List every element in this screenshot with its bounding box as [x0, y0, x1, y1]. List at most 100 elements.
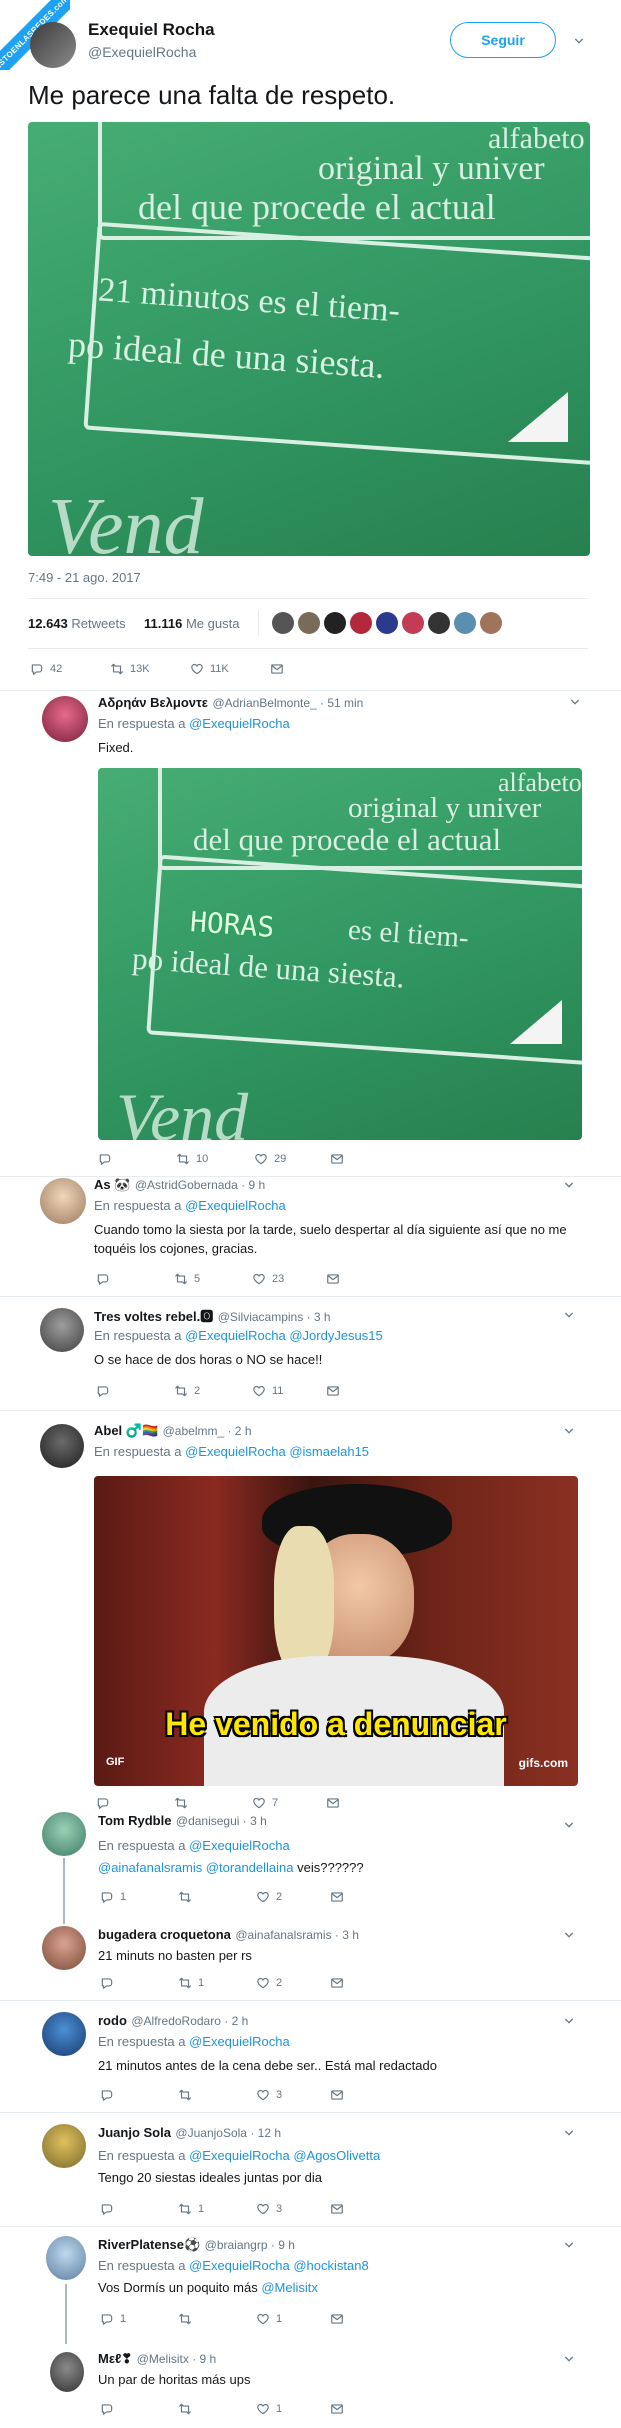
mention-link[interactable]: @Melisitx — [261, 2280, 318, 2295]
reply-action[interactable] — [100, 2202, 114, 2216]
reply-action[interactable] — [96, 1384, 116, 1398]
retweet-stats[interactable]: 12.643 Retweets — [28, 616, 126, 631]
like-action[interactable]: 2 — [256, 1890, 282, 1904]
mention-link[interactable]: @ExequielRocha @AgosOlivetta — [189, 2148, 380, 2163]
author-handle[interactable]: @ExequielRocha — [88, 44, 196, 60]
mention-link[interactable]: @ainafanalsramis @torandellaina — [98, 1860, 294, 1875]
avatar[interactable] — [402, 612, 424, 634]
likers-avatars[interactable] — [272, 612, 502, 634]
mention-link[interactable]: @ExequielRocha — [189, 1838, 290, 1853]
likes-stats[interactable]: 11.116 Me gusta — [144, 616, 239, 631]
reply-author-handle[interactable]: @Melisitx · 9 h — [137, 2352, 217, 2366]
avatar[interactable] — [42, 1812, 86, 1856]
avatar[interactable] — [376, 612, 398, 634]
retweet-action[interactable]: 2 — [174, 1384, 200, 1398]
retweet-action[interactable] — [174, 1796, 188, 1810]
chevron-down-icon[interactable] — [564, 1310, 574, 1320]
avatar[interactable] — [428, 612, 450, 634]
like-action[interactable]: 2 — [256, 1976, 282, 1990]
chevron-down-icon[interactable] — [564, 2354, 574, 2364]
reply-action[interactable] — [96, 1796, 110, 1810]
dm-action[interactable] — [330, 1152, 344, 1166]
retweet-action[interactable] — [178, 2402, 192, 2416]
mention-link[interactable]: @ExequielRocha — [189, 2034, 290, 2049]
reply-author-handle[interactable]: @JuanjoSola · 12 h — [175, 2126, 281, 2140]
reply-author-handle[interactable]: @braiangrp · 9 h — [205, 2238, 295, 2252]
retweet-action[interactable] — [178, 2088, 192, 2102]
dm-action[interactable] — [270, 662, 284, 676]
avatar[interactable] — [324, 612, 346, 634]
like-action[interactable]: 29 — [254, 1152, 286, 1166]
avatar[interactable] — [50, 2352, 84, 2392]
avatar[interactable] — [42, 2124, 86, 2168]
dm-action[interactable] — [330, 2088, 344, 2102]
reply-author-name[interactable]: Αδρηάν Βελμοντε — [98, 695, 208, 710]
tweet-image[interactable]: alfabeto original y univer del que proce… — [28, 122, 590, 556]
avatar[interactable] — [40, 1308, 84, 1352]
dm-action[interactable] — [330, 1890, 344, 1904]
like-action[interactable]: 1 — [256, 2402, 282, 2416]
chevron-down-icon[interactable] — [564, 1930, 574, 1940]
retweet-action[interactable]: 13K — [110, 662, 150, 676]
mention-link[interactable]: @ExequielRocha @JordyJesus15 — [185, 1328, 383, 1343]
like-action[interactable]: 1 — [256, 2312, 282, 2326]
reply-action[interactable] — [100, 1976, 114, 1990]
mention-link[interactable]: @ExequielRocha @ismaelah15 — [185, 1444, 369, 1459]
mention-link[interactable]: @ExequielRocha — [189, 716, 290, 731]
reply-author-name[interactable]: RiverPlatense⚽ — [98, 2237, 200, 2252]
reply-author-handle[interactable]: @Silviacampins · 3 h — [218, 1310, 331, 1324]
like-action[interactable]: 11 — [252, 1384, 283, 1398]
reply-author-name[interactable]: bugadera croquetona — [98, 1927, 231, 1942]
avatar[interactable] — [42, 1926, 86, 1970]
reply-action[interactable] — [100, 2402, 114, 2416]
reply-author-handle[interactable]: @ainafanalsramis · 3 h — [235, 1928, 359, 1942]
retweet-action[interactable] — [178, 1890, 192, 1904]
chevron-down-icon[interactable] — [564, 1820, 574, 1830]
dm-action[interactable] — [326, 1384, 340, 1398]
avatar[interactable] — [42, 2012, 86, 2056]
reply-image[interactable]: alfabeto original y univer del que proce… — [98, 768, 582, 1140]
author-avatar[interactable] — [30, 22, 76, 68]
like-action[interactable]: 3 — [256, 2088, 282, 2102]
chevron-down-icon[interactable] — [564, 2128, 574, 2138]
reply-author-handle[interactable]: @AstridGobernada · 9 h — [135, 1178, 265, 1192]
chevron-down-icon[interactable] — [564, 2016, 574, 2026]
reply-author-handle[interactable]: @abelmm_ · 2 h — [163, 1424, 252, 1438]
retweet-action[interactable]: 1 — [178, 1976, 204, 1990]
avatar[interactable] — [272, 612, 294, 634]
dm-action[interactable] — [330, 1976, 344, 1990]
reply-author-name[interactable]: rodo — [98, 2013, 127, 2028]
reply-author-name[interactable]: Mεℓ❣ — [98, 2351, 132, 2366]
mention-link[interactable]: @ExequielRocha @hockistan8 — [189, 2258, 369, 2273]
author-name[interactable]: Exequiel Rocha — [88, 20, 215, 40]
avatar[interactable] — [480, 612, 502, 634]
avatar[interactable] — [350, 612, 372, 634]
reply-action[interactable] — [98, 1152, 118, 1166]
tweet-timestamp[interactable]: 7:49 - 21 ago. 2017 — [28, 570, 141, 585]
reply-author-handle[interactable]: @AdrianBelmonte_ · 51 min — [212, 696, 363, 710]
chevron-down-icon[interactable] — [564, 1426, 574, 1436]
mention-link[interactable]: @ExequielRocha — [185, 1198, 286, 1213]
chevron-down-icon[interactable] — [570, 697, 580, 707]
reply-author-name[interactable]: Abel ♂️🏳️‍🌈 — [94, 1423, 158, 1438]
reply-author-handle[interactable]: @danisegui · 3 h — [176, 1814, 267, 1828]
follow-button[interactable]: Seguir — [450, 22, 556, 58]
reply-author-handle[interactable]: @AlfredoRodaro · 2 h — [131, 2014, 248, 2028]
dm-action[interactable] — [330, 2402, 344, 2416]
reply-action[interactable]: 1 — [100, 2312, 126, 2326]
chevron-down-icon[interactable] — [574, 36, 584, 46]
avatar[interactable] — [298, 612, 320, 634]
avatar[interactable] — [42, 696, 88, 742]
avatar[interactable] — [40, 1424, 84, 1468]
dm-action[interactable] — [326, 1796, 340, 1810]
dm-action[interactable] — [330, 2312, 344, 2326]
avatar[interactable] — [454, 612, 476, 634]
retweet-action[interactable]: 5 — [174, 1272, 200, 1286]
reply-gif[interactable]: He venido a denunciar GIF gifs.com — [94, 1476, 578, 1786]
reply-author-name[interactable]: Tres voltes rebel.🅾 — [94, 1309, 213, 1324]
dm-action[interactable] — [326, 1272, 340, 1286]
like-action[interactable]: 3 — [256, 2202, 282, 2216]
reply-author-name[interactable]: Tom Rydble — [98, 1813, 171, 1828]
retweet-action[interactable]: 1 — [178, 2202, 204, 2216]
reply-author-name[interactable]: Juanjo Sola — [98, 2125, 171, 2140]
